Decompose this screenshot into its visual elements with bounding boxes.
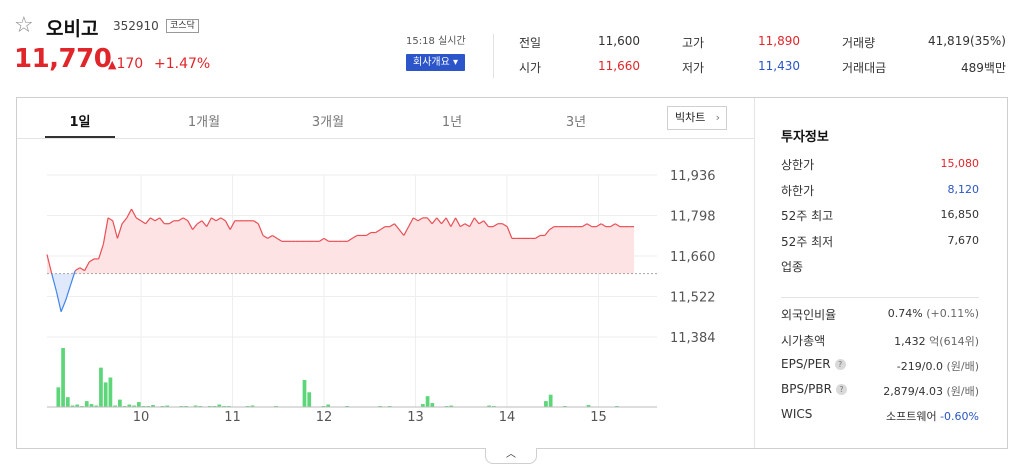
eps-per-label: EPS/PER?: [781, 357, 846, 371]
wics-sector: 소프트웨어: [885, 410, 937, 423]
open-label: 시가: [519, 61, 542, 75]
help-icon[interactable]: ?: [835, 384, 847, 395]
volume-bar: [430, 403, 435, 407]
market-cap-rank: 억(614위): [929, 335, 979, 348]
high-value: 11,890: [758, 34, 800, 48]
prev-close-value: 11,600: [598, 34, 640, 48]
y-tick-label: 11,660: [670, 250, 716, 265]
chevron-up-icon[interactable]: ︿: [485, 448, 537, 464]
bps-pbr-number: 2,879/4.03: [883, 385, 943, 398]
price-area-down: [47, 273, 634, 312]
volume-bar: [61, 348, 65, 407]
foreign-ratio-label: 외국인비율: [781, 308, 837, 322]
volume-bar: [307, 392, 312, 407]
bps-pbr-label: BPS/PBR?: [781, 382, 847, 396]
stock-code: 352910: [113, 19, 159, 33]
foreign-ratio-value: 0.74% (+0.11%): [888, 307, 979, 320]
chart-panel: 1일 1개월 3개월 1년 3년 빅차트 › 11,936 11,798 11,660…: [16, 97, 1008, 449]
wics-label: WICS: [781, 407, 813, 421]
volume-bar: [425, 396, 430, 407]
eps-per-text: EPS/PER: [781, 357, 831, 371]
wics-change: -0.60%: [940, 410, 979, 423]
company-overview-button[interactable]: 회사개요 ▾: [406, 54, 465, 71]
high-52w-value: 16,850: [940, 208, 980, 221]
upper-limit-value: 15,080: [940, 157, 980, 170]
eps-per-number: -219/0.0: [896, 360, 943, 373]
foreign-ratio-number: 0.74%: [887, 307, 923, 320]
market-cap-label: 시가총액: [781, 334, 826, 348]
volume-value: 41,819(35%): [927, 34, 1006, 48]
star-outline-icon[interactable]: ☆: [14, 14, 38, 38]
volume-bar: [103, 382, 108, 407]
price-chart: 11,936 11,798 11,660 11,522 11,384 10 11 12 13 1…: [46, 169, 716, 425]
volume-bar: [56, 387, 61, 407]
market-cap-value: 1,432 억(614위): [894, 333, 979, 349]
y-tick-label: 11,936: [670, 169, 716, 184]
y-tick-label: 11,384: [670, 331, 716, 346]
eps-per-unit: (원/배): [946, 360, 979, 373]
x-tick-label: 12: [316, 410, 333, 425]
investment-info-title: 투자정보: [781, 130, 829, 145]
stock-name: 오비고: [46, 18, 99, 40]
change-percent: +1.47%: [154, 56, 211, 72]
low-label: 저가: [682, 61, 705, 75]
volume-bar: [136, 402, 141, 407]
x-tick-label: 11: [224, 410, 241, 425]
trade-amount-label: 거래대금: [842, 61, 887, 75]
current-price: 11,770: [14, 44, 112, 74]
help-icon[interactable]: ?: [834, 359, 846, 370]
market-badge: 코스닥: [166, 19, 199, 33]
volume-bar: [108, 377, 113, 407]
volume-bar: [118, 399, 122, 407]
market-cap-number: 1,432: [894, 335, 926, 348]
volume-bar: [302, 379, 307, 407]
y-tick-label: 11,798: [670, 210, 716, 225]
divider: [493, 34, 494, 78]
x-tick-label: 10: [133, 410, 150, 425]
volume-bar: [65, 397, 70, 407]
y-tick-label: 11,522: [670, 291, 716, 306]
bps-pbr-unit: (원/배): [946, 385, 979, 398]
low-value: 11,430: [758, 59, 800, 73]
x-tick-label: 15: [590, 410, 607, 425]
lower-limit-value: 8,120: [947, 183, 980, 196]
bps-pbr-text: BPS/PBR: [781, 382, 832, 396]
volume-bar: [99, 367, 103, 407]
low-52w-label: 52주 최저: [781, 235, 834, 249]
x-tick-label: 14: [499, 410, 516, 425]
bps-pbr-value: 2,879/4.03 (원/배): [883, 383, 979, 399]
volume-bar: [84, 401, 89, 407]
change-value: 170: [116, 56, 144, 72]
volume-label: 거래량: [842, 36, 876, 50]
wics-value[interactable]: 소프트웨어 -0.60%: [886, 408, 979, 424]
sector-label: 업종: [781, 260, 804, 274]
info-divider-line: [781, 297, 979, 298]
price-change: ▲170: [108, 56, 143, 72]
trade-amount-value: 489백만: [961, 61, 1006, 75]
prev-close-label: 전일: [519, 36, 542, 50]
upper-limit-label: 상한가: [781, 158, 815, 172]
volume-bar: [544, 401, 548, 407]
lower-limit-label: 하한가: [781, 184, 815, 198]
low-52w-value: 7,670: [947, 234, 980, 247]
realtime-label: 15:18 실시간: [406, 36, 466, 47]
high-52w-label: 52주 최고: [781, 209, 834, 223]
volume-bar: [548, 394, 553, 407]
x-tick-label: 13: [407, 410, 424, 425]
high-label: 고가: [682, 36, 705, 50]
open-value: 11,660: [598, 59, 640, 73]
eps-per-value: -219/0.0 (원/배): [897, 358, 979, 374]
foreign-ratio-change: (+0.11%): [926, 307, 979, 320]
info-divider: [754, 98, 755, 448]
